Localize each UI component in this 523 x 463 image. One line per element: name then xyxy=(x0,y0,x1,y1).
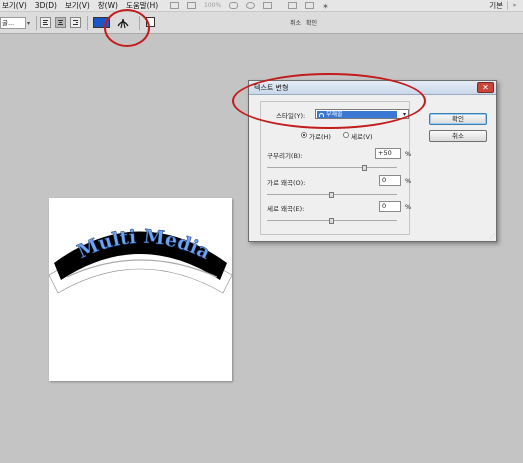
annotation-ellipse xyxy=(232,73,426,129)
bend-input[interactable]: +50 xyxy=(375,148,401,159)
divider xyxy=(87,16,88,30)
arrange-documents-icon[interactable] xyxy=(288,2,298,9)
options-icon[interactable]: ✶ xyxy=(322,2,331,11)
resize-grip-icon[interactable]: ⋰ xyxy=(489,233,495,240)
menu-view[interactable]: 보기(V) xyxy=(0,0,31,11)
bend-percent: % xyxy=(405,150,412,158)
align-left-button[interactable] xyxy=(40,17,51,28)
hdist-percent: % xyxy=(405,177,412,185)
vertical-radio[interactable] xyxy=(343,132,349,138)
bend-label: 구부리기(B): xyxy=(267,152,303,160)
view-extras-icon[interactable] xyxy=(187,2,196,9)
vertical-label: 세로(V) xyxy=(351,133,373,141)
divider xyxy=(36,16,37,30)
bridge-icon[interactable] xyxy=(170,2,179,9)
vertical-distortion-input[interactable]: 0 xyxy=(379,201,401,212)
screen-mode-icon[interactable] xyxy=(305,2,315,9)
options-bar: 굴... ▾ 취소 확인 xyxy=(0,11,523,34)
bend-slider-thumb[interactable] xyxy=(361,165,367,171)
horizontal-distortion-thumb[interactable] xyxy=(329,192,334,198)
document-canvas[interactable]: Multi Media xyxy=(48,198,233,381)
horizontal-distortion-input[interactable]: 0 xyxy=(379,175,401,186)
vertical-distortion-thumb[interactable] xyxy=(329,218,334,224)
workspace-switcher[interactable]: 기본 xyxy=(489,0,503,11)
annotation-circle xyxy=(104,9,150,47)
align-right-button[interactable] xyxy=(70,17,81,28)
menu-bar: 보기(V) 3D(D) 보기(V) 창(W) 도움말(H) 100% ✶ 기본 … xyxy=(0,0,523,11)
ok-button[interactable]: 확인 xyxy=(429,113,487,125)
app-bar-tools: 100% ✶ xyxy=(170,0,331,11)
commit-edit-label[interactable]: 확인 xyxy=(306,18,317,27)
horizontal-label: 가로(H) xyxy=(309,133,331,141)
chevron-right-icon[interactable]: » xyxy=(507,1,521,10)
menu-3d[interactable]: 3D(D) xyxy=(31,1,61,10)
horizontal-radio[interactable] xyxy=(301,132,307,138)
horizontal-distortion-label: 가로 왜곡(O): xyxy=(267,179,306,187)
warped-text-layer[interactable]: Multi Media xyxy=(48,198,233,381)
vertical-distortion-label: 세로 왜곡(E): xyxy=(267,205,305,213)
hand-tool-icon[interactable] xyxy=(229,2,239,9)
cancel-button[interactable]: 취소 xyxy=(429,130,487,142)
vdist-percent: % xyxy=(405,203,412,211)
cancel-edit-label[interactable]: 취소 xyxy=(290,18,301,27)
rotate-view-icon[interactable] xyxy=(263,2,273,9)
close-icon[interactable]: ✕ xyxy=(477,82,494,93)
menu-view-2[interactable]: 보기(V) xyxy=(61,0,94,11)
zoom-level[interactable]: 100% xyxy=(204,2,221,9)
align-center-button[interactable] xyxy=(55,17,66,28)
font-size-field[interactable]: 굴... xyxy=(0,17,26,29)
zoom-tool-icon[interactable] xyxy=(246,2,256,9)
bend-slider[interactable] xyxy=(267,167,397,168)
chevron-down-icon[interactable]: ▾ xyxy=(27,20,30,27)
